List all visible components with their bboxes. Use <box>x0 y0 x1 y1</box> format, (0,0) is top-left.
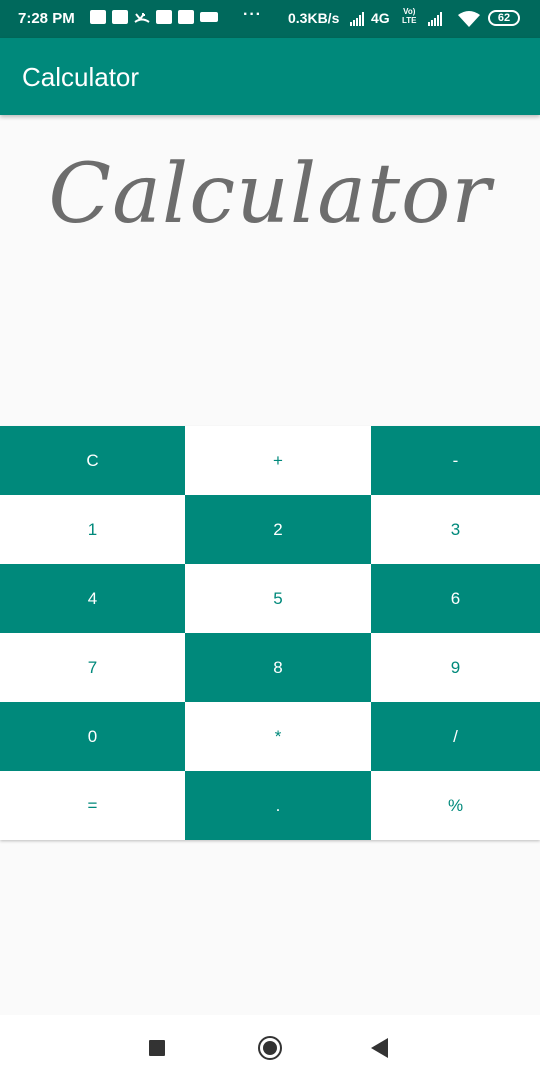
digit-7-button[interactable]: 7 <box>0 633 185 702</box>
digit-1-button[interactable]: 1 <box>0 495 185 564</box>
app-title: Calculator <box>22 62 140 92</box>
divide-button[interactable]: / <box>371 702 540 771</box>
message-icon <box>112 10 128 24</box>
volte-icon: Vo) LTE <box>402 7 417 25</box>
missed-call-icon <box>134 10 150 24</box>
more-notifications-icon: ··· <box>243 6 262 23</box>
plus-button[interactable]: + <box>185 426 371 495</box>
gmail-icon <box>178 10 194 24</box>
digit-6-button[interactable]: 6 <box>371 564 540 633</box>
signal-2-icon <box>428 12 442 26</box>
navigation-bar <box>0 1015 540 1080</box>
equals-button[interactable]: = <box>0 771 185 840</box>
network-type: 4G <box>371 10 390 26</box>
digit-3-button[interactable]: 3 <box>371 495 540 564</box>
status-bar: 7:28 PM ··· 0.3KB/s 4G Vo) LTE 62 <box>0 0 540 38</box>
home-icon[interactable] <box>258 1036 282 1060</box>
network-speed: 0.3KB/s <box>288 10 340 26</box>
calculator-logo: Calculator <box>48 147 492 242</box>
back-icon[interactable] <box>371 1038 388 1058</box>
digit-4-button[interactable]: 4 <box>0 564 185 633</box>
app-bar: Calculator <box>0 38 540 115</box>
recent-apps-icon[interactable] <box>149 1040 165 1056</box>
multiply-button[interactable]: * <box>185 702 371 771</box>
digit-8-button[interactable]: 8 <box>185 633 371 702</box>
percent-button[interactable]: % <box>371 771 540 840</box>
decimal-button[interactable]: . <box>185 771 371 840</box>
digit-9-button[interactable]: 9 <box>371 633 540 702</box>
digit-2-button[interactable]: 2 <box>185 495 371 564</box>
digit-5-button[interactable]: 5 <box>185 564 371 633</box>
notification-icon <box>90 10 106 24</box>
keypad: C + - 1 2 3 4 5 6 7 8 9 0 * / =.% <box>0 426 540 840</box>
minus-button[interactable]: - <box>371 426 540 495</box>
signal-icon <box>350 12 364 26</box>
wifi-icon <box>458 11 480 27</box>
app-icon <box>200 12 218 22</box>
clear-button[interactable]: C <box>0 426 185 495</box>
status-time: 7:28 PM <box>18 10 75 27</box>
train-icon <box>156 10 172 24</box>
battery-icon: 62 <box>488 10 520 26</box>
digit-0-button[interactable]: 0 <box>0 702 185 771</box>
notification-icons <box>90 10 218 24</box>
